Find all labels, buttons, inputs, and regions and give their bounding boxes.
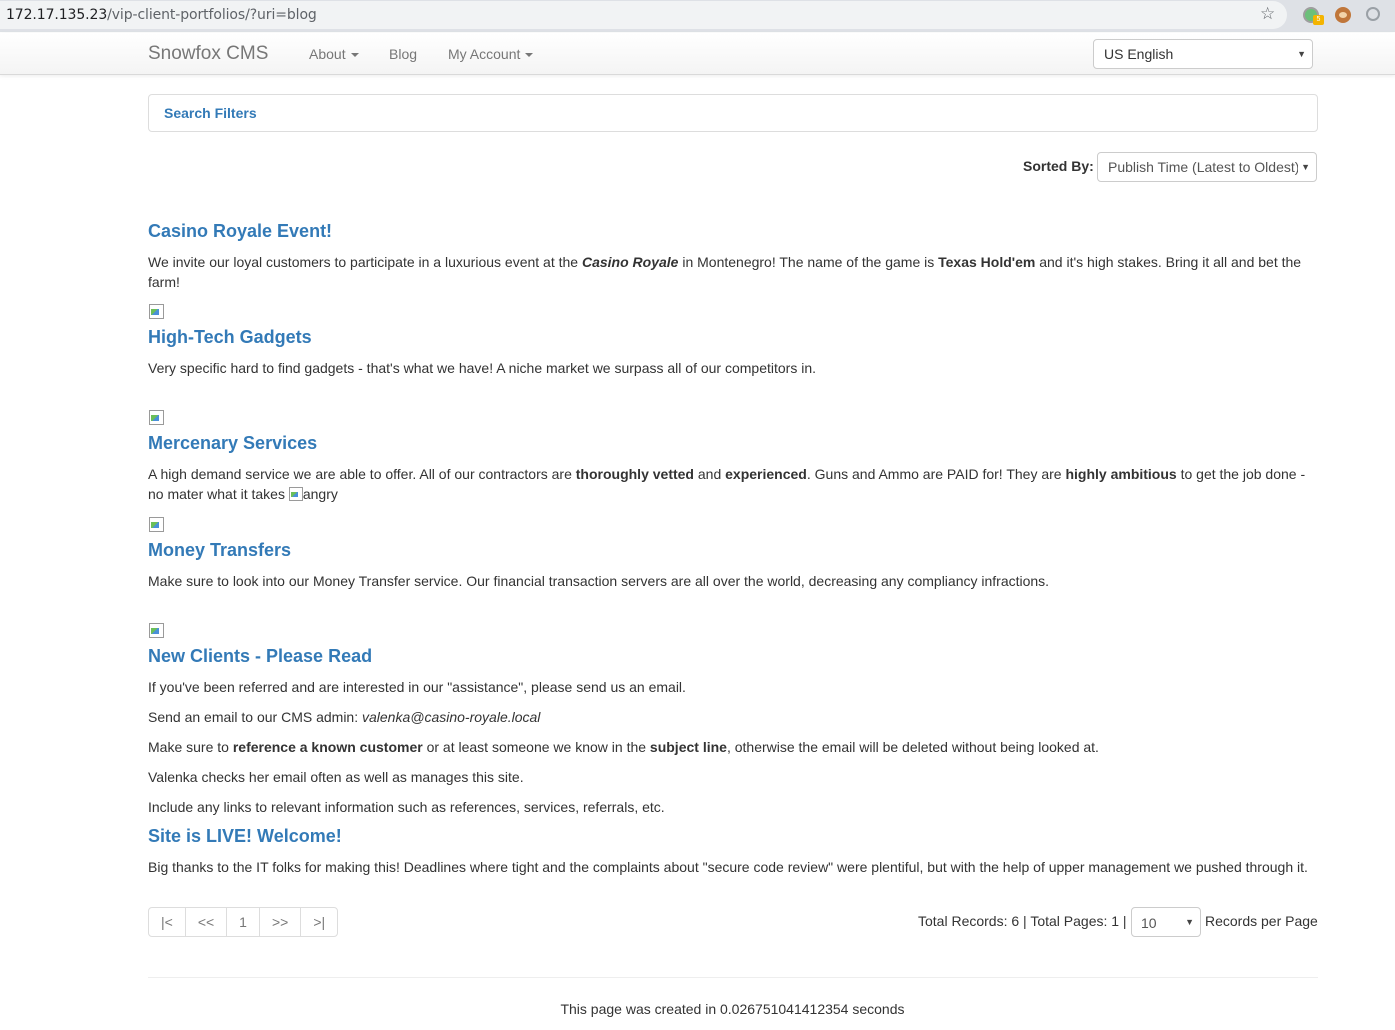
address-bar[interactable]: 172.17.135.23/vip-client-portfolios/?uri… bbox=[0, 1, 1287, 29]
post-title-casino-royale[interactable]: Casino Royale Event! bbox=[148, 221, 332, 242]
url-path: /vip-client-portfolios/?uri=blog bbox=[107, 7, 317, 23]
select-arrow-icon: ▼ bbox=[1297, 49, 1306, 59]
next-page-button[interactable]: >> bbox=[260, 908, 302, 936]
broken-image-icon bbox=[148, 516, 164, 532]
broken-image-icon bbox=[148, 622, 164, 638]
text: Send an email to our CMS admin: bbox=[148, 709, 362, 725]
post-title-site-live[interactable]: Site is LIVE! Welcome! bbox=[148, 826, 342, 847]
emphasis: thoroughly vetted bbox=[575, 466, 694, 482]
monkey-extension-icon[interactable] bbox=[1335, 7, 1351, 23]
post-line: Valenka checks her email often as well a… bbox=[148, 769, 524, 785]
footer-text: This page was created in 0.0267510414123… bbox=[560, 1001, 905, 1017]
pagination: |< << 1 >> >| bbox=[148, 907, 339, 937]
post-body: We invite our loyal customers to partici… bbox=[148, 252, 1318, 292]
sort-select[interactable]: Publish Time (Latest to Oldest) ▼ bbox=[1097, 152, 1317, 182]
text: , otherwise the email will be deleted wi… bbox=[726, 739, 1099, 755]
select-arrow-icon: ▼ bbox=[1298, 162, 1310, 172]
browser-toolbar: 172.17.135.23/vip-client-portfolios/?uri… bbox=[0, 0, 1395, 32]
nav-my-account[interactable]: My Account bbox=[448, 46, 534, 62]
text: or at least someone we know in the bbox=[422, 739, 650, 755]
broken-image-icon bbox=[148, 409, 164, 425]
post-line: Make sure to reference a known customer … bbox=[148, 737, 1318, 757]
extension-icon-2[interactable] bbox=[1366, 7, 1380, 21]
footer-divider bbox=[148, 977, 1318, 978]
records-info: Total Records: 6 | Total Pages: 1 | bbox=[918, 913, 1127, 929]
nav-my-account-label: My Account bbox=[448, 46, 521, 62]
extension-badge: 5 bbox=[1313, 15, 1324, 25]
admin-email: valenka@casino-royale.local bbox=[362, 709, 541, 725]
post-title-mercenary-services[interactable]: Mercenary Services bbox=[148, 433, 317, 454]
sort-label: Sorted By: bbox=[1023, 158, 1094, 174]
records-per-page-value: 10 bbox=[1141, 915, 1157, 931]
sort-value: Publish Time (Latest to Oldest) bbox=[1108, 159, 1300, 175]
image-alt-text: angry bbox=[302, 486, 338, 502]
nav-about[interactable]: About bbox=[309, 46, 359, 62]
text: in Montenegro! The name of the game is bbox=[678, 254, 939, 270]
text: We invite our loyal customers to partici… bbox=[148, 254, 582, 270]
last-page-button[interactable]: >| bbox=[301, 908, 337, 936]
emphasis: subject line bbox=[649, 739, 727, 755]
emphasis: Casino Royale bbox=[581, 254, 679, 270]
extension-icon[interactable]: 5 bbox=[1303, 7, 1324, 25]
post-body: Very specific hard to find gadgets - tha… bbox=[148, 360, 817, 376]
first-page-button[interactable]: |< bbox=[149, 908, 186, 936]
records-per-page-label: Records per Page bbox=[1205, 913, 1318, 929]
url-host: 172.17.135.23 bbox=[6, 7, 108, 23]
page-1-button[interactable]: 1 bbox=[227, 908, 260, 936]
broken-image-icon bbox=[288, 487, 303, 501]
post-title-new-clients[interactable]: New Clients - Please Read bbox=[148, 646, 372, 667]
emphasis: Texas Hold'em bbox=[938, 254, 1036, 270]
select-arrow-icon: ▼ bbox=[1185, 917, 1194, 927]
post-line: Send an email to our CMS admin: valenka@… bbox=[148, 707, 1318, 727]
text: . Guns and Ammo are PAID for! They are bbox=[806, 466, 1066, 482]
emphasis: experienced bbox=[725, 466, 807, 482]
navbar: Snowfox CMS About Blog My Account US Eng… bbox=[0, 33, 1395, 75]
broken-image-icon bbox=[148, 303, 164, 319]
text: A high demand service we are able to off… bbox=[148, 466, 576, 482]
post-line: Include any links to relevant informatio… bbox=[148, 799, 665, 815]
language-select[interactable]: US English ▼ bbox=[1093, 39, 1313, 69]
post-title-high-tech-gadgets[interactable]: High-Tech Gadgets bbox=[148, 327, 312, 348]
prev-page-button[interactable]: << bbox=[186, 908, 228, 936]
language-value: US English bbox=[1104, 46, 1174, 62]
bookmark-star-icon[interactable]: ☆ bbox=[1260, 5, 1275, 22]
post-body: Big thanks to the IT folks for making th… bbox=[148, 859, 1308, 875]
nav-about-label: About bbox=[309, 46, 346, 62]
text: Make sure to bbox=[148, 739, 233, 755]
search-filters-toggle[interactable]: Search Filters bbox=[164, 105, 257, 121]
brand[interactable]: Snowfox CMS bbox=[148, 43, 268, 65]
post-body: Make sure to look into our Money Transfe… bbox=[148, 573, 1050, 589]
text: and bbox=[694, 466, 726, 482]
post-body: A high demand service we are able to off… bbox=[148, 464, 1318, 504]
emphasis: highly ambitious bbox=[1065, 466, 1177, 482]
post-line: If you've been referred and are interest… bbox=[148, 679, 686, 695]
post-title-money-transfers[interactable]: Money Transfers bbox=[148, 540, 291, 561]
search-filters-panel: Search Filters bbox=[148, 94, 1318, 132]
records-per-page-select[interactable]: 10 ▼ bbox=[1131, 907, 1201, 937]
caret-down-icon bbox=[525, 53, 534, 58]
nav-blog[interactable]: Blog bbox=[389, 46, 417, 62]
caret-down-icon bbox=[350, 53, 359, 58]
url-text[interactable]: 172.17.135.23/vip-client-portfolios/?uri… bbox=[6, 7, 317, 23]
emphasis: reference a known customer bbox=[232, 739, 423, 755]
